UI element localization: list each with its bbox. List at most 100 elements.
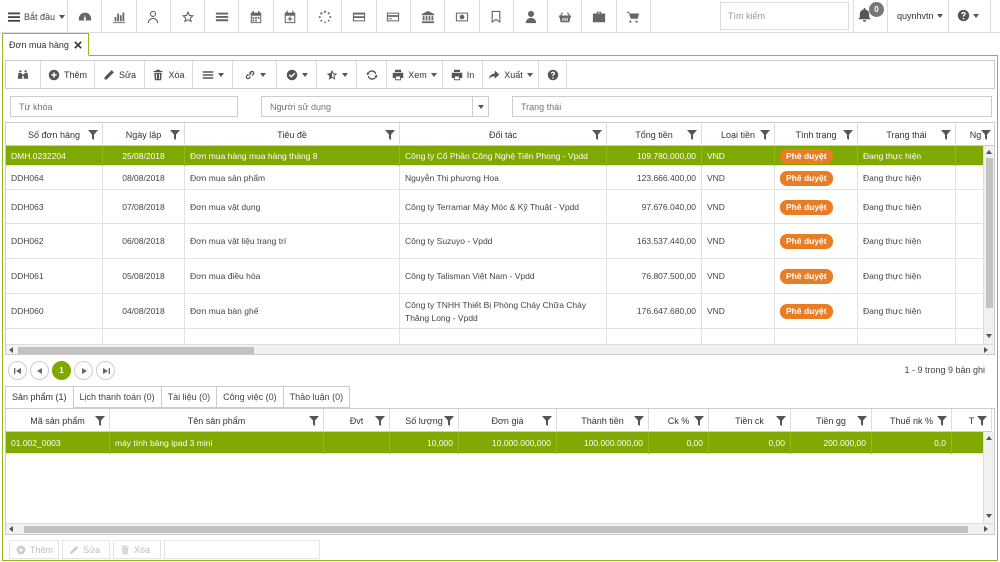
orders-column-header-0[interactable]: Số đơn hàng bbox=[6, 123, 103, 146]
detail-tab-4[interactable]: Thảo luận (0) bbox=[282, 386, 351, 408]
product-add-button[interactable]: Thêm bbox=[9, 540, 59, 559]
orders-column-header-6[interactable]: Tình trạng bbox=[775, 123, 858, 146]
tab-don-mua-hang[interactable]: Đơn mua hàng bbox=[2, 33, 89, 56]
view-dropdown-button[interactable]: Xem bbox=[387, 61, 443, 88]
orders-column-header-1[interactable]: Ngày lập bbox=[103, 123, 185, 146]
orders-column-header-4[interactable]: Tổng tiền bbox=[607, 123, 702, 146]
prev-page-button[interactable] bbox=[30, 361, 49, 380]
user-menu[interactable]: quynhvtn bbox=[897, 11, 943, 21]
scroll-left-icon[interactable] bbox=[9, 347, 13, 353]
products-column-header-6[interactable]: Ck % bbox=[649, 409, 709, 432]
table-row[interactable]: DMH.0232204 25/08/2018 Đơn mua hàng mua hà… bbox=[6, 146, 994, 166]
spinner-icon[interactable] bbox=[308, 0, 343, 33]
orders-column-header-2[interactable]: Tiêu đề bbox=[185, 123, 400, 146]
scrollbar-thumb[interactable] bbox=[18, 347, 254, 354]
delete-button[interactable]: Xóa bbox=[145, 61, 193, 88]
table-row[interactable]: DDH060 04/08/2018 Đơn mua bàn ghế Công ty T… bbox=[6, 294, 994, 329]
products-column-header-8[interactable]: Tiền gg bbox=[791, 409, 872, 432]
star-icon[interactable] bbox=[171, 0, 206, 33]
user-filter-input[interactable] bbox=[261, 96, 473, 117]
products-column-header-1[interactable]: Tên sản phẩm bbox=[110, 409, 324, 432]
detail-tab-1[interactable]: Lịch thanh toán (0) bbox=[72, 386, 161, 408]
card-icon[interactable] bbox=[342, 0, 377, 33]
products-column-header-2[interactable]: Đvt bbox=[324, 409, 390, 432]
orders-horizontal-scrollbar[interactable] bbox=[6, 344, 994, 354]
products-column-header-3[interactable]: Số lượng bbox=[390, 409, 459, 432]
detail-tab-0[interactable]: Sản phẩm (1) bbox=[5, 386, 73, 408]
briefcase-icon[interactable] bbox=[582, 0, 617, 33]
search-toggle-button[interactable] bbox=[6, 61, 41, 88]
table-row[interactable]: DDH061 05/08/2018 Đơn mua điều hòa Công ty … bbox=[6, 259, 994, 294]
filter-icon[interactable] bbox=[444, 416, 454, 426]
help-menu[interactable] bbox=[957, 9, 979, 22]
filter-icon[interactable] bbox=[977, 416, 987, 426]
detail-tab-2[interactable]: Tài liệu (0) bbox=[160, 386, 217, 408]
cart-icon[interactable] bbox=[617, 0, 652, 33]
user-icon[interactable] bbox=[137, 0, 171, 33]
products-horizontal-scrollbar[interactable] bbox=[6, 523, 994, 534]
page-1-button[interactable]: 1 bbox=[52, 361, 71, 380]
scroll-right-icon[interactable] bbox=[984, 526, 988, 532]
table-row[interactable]: 01.002_0003 máy tính bảng ipad 3 mini 10,0… bbox=[6, 432, 992, 454]
orders-column-header-7[interactable]: Trạng thái bbox=[858, 123, 956, 146]
user-filter-dropdown[interactable] bbox=[472, 96, 489, 117]
filter-icon[interactable] bbox=[375, 416, 385, 426]
filter-icon[interactable] bbox=[687, 130, 697, 140]
filter-icon[interactable] bbox=[941, 130, 951, 140]
print-button[interactable]: In bbox=[443, 61, 483, 88]
export-dropdown-button[interactable]: Xuất bbox=[483, 61, 539, 88]
list-icon[interactable] bbox=[205, 0, 240, 33]
products-column-header-0[interactable]: Mã sản phẩm bbox=[6, 409, 110, 432]
filter-icon[interactable] bbox=[634, 416, 644, 426]
products-column-header-7[interactable]: Tiền ck bbox=[709, 409, 791, 432]
scrollbar-thumb[interactable] bbox=[24, 526, 968, 533]
scroll-down-icon[interactable] bbox=[986, 514, 992, 518]
products-column-header-4[interactable]: Đơn giá bbox=[459, 409, 557, 432]
scroll-up-icon[interactable] bbox=[986, 436, 992, 440]
notification-button[interactable]: 0 bbox=[857, 2, 884, 27]
table-row[interactable]: DDH063 07/08/2018 Đơn mua vật dụng Công ty … bbox=[6, 190, 994, 224]
edit-button[interactable]: Sửa bbox=[95, 61, 145, 88]
refresh-button[interactable] bbox=[357, 61, 387, 88]
scroll-right-icon[interactable] bbox=[984, 347, 988, 353]
orders-column-header-5[interactable]: Loại tiền bbox=[702, 123, 775, 146]
orders-column-header-3[interactable]: Đối tác bbox=[400, 123, 607, 146]
products-vertical-scrollbar[interactable] bbox=[983, 432, 994, 523]
table-row[interactable]: DDH062 06/08/2018 Đơn mua vật liệu trang t… bbox=[6, 224, 994, 259]
filter-icon[interactable] bbox=[937, 416, 947, 426]
add-button[interactable]: Thêm bbox=[41, 61, 95, 88]
help-button[interactable] bbox=[539, 61, 567, 88]
calendar-icon[interactable] bbox=[239, 0, 274, 33]
filter-icon[interactable] bbox=[309, 416, 319, 426]
filter-icon[interactable] bbox=[694, 416, 704, 426]
favorite-dropdown-button[interactable] bbox=[317, 61, 357, 88]
product-edit-button[interactable]: Sửa bbox=[62, 540, 110, 559]
products-column-header-10[interactable]: T bbox=[952, 409, 992, 432]
search-input[interactable] bbox=[720, 2, 849, 30]
orders-column-header-8[interactable]: Ng bbox=[956, 123, 994, 146]
credit-card-icon[interactable] bbox=[377, 0, 411, 33]
close-icon[interactable] bbox=[74, 40, 82, 49]
calendar-plus-icon[interactable] bbox=[274, 0, 309, 33]
link-dropdown-button[interactable] bbox=[233, 61, 277, 88]
status-filter-input[interactable] bbox=[512, 96, 992, 117]
first-page-button[interactable] bbox=[8, 361, 27, 380]
start-menu-button[interactable]: Bắt đầu bbox=[2, 0, 68, 33]
filter-icon[interactable] bbox=[385, 130, 395, 140]
orders-vertical-scrollbar[interactable] bbox=[983, 146, 994, 344]
filter-icon[interactable] bbox=[776, 416, 786, 426]
keyword-filter-input[interactable] bbox=[10, 96, 238, 117]
product-delete-button[interactable]: Xóa bbox=[113, 540, 161, 559]
bookmark-icon[interactable] bbox=[480, 0, 514, 33]
scrollbar-thumb[interactable] bbox=[986, 158, 993, 308]
detail-tab-3[interactable]: Công việc (0) bbox=[216, 386, 283, 408]
bar-chart-icon[interactable] bbox=[102, 0, 137, 33]
filter-icon[interactable] bbox=[88, 130, 98, 140]
scroll-left-icon[interactable] bbox=[9, 526, 13, 532]
filter-icon[interactable] bbox=[592, 130, 602, 140]
products-column-header-5[interactable]: Thành tiền bbox=[557, 409, 649, 432]
approve-dropdown-button[interactable] bbox=[277, 61, 317, 88]
products-column-header-9[interactable]: Thuế nk % bbox=[872, 409, 952, 432]
scroll-up-icon[interactable] bbox=[986, 150, 992, 154]
product-extra-field[interactable] bbox=[164, 540, 320, 559]
